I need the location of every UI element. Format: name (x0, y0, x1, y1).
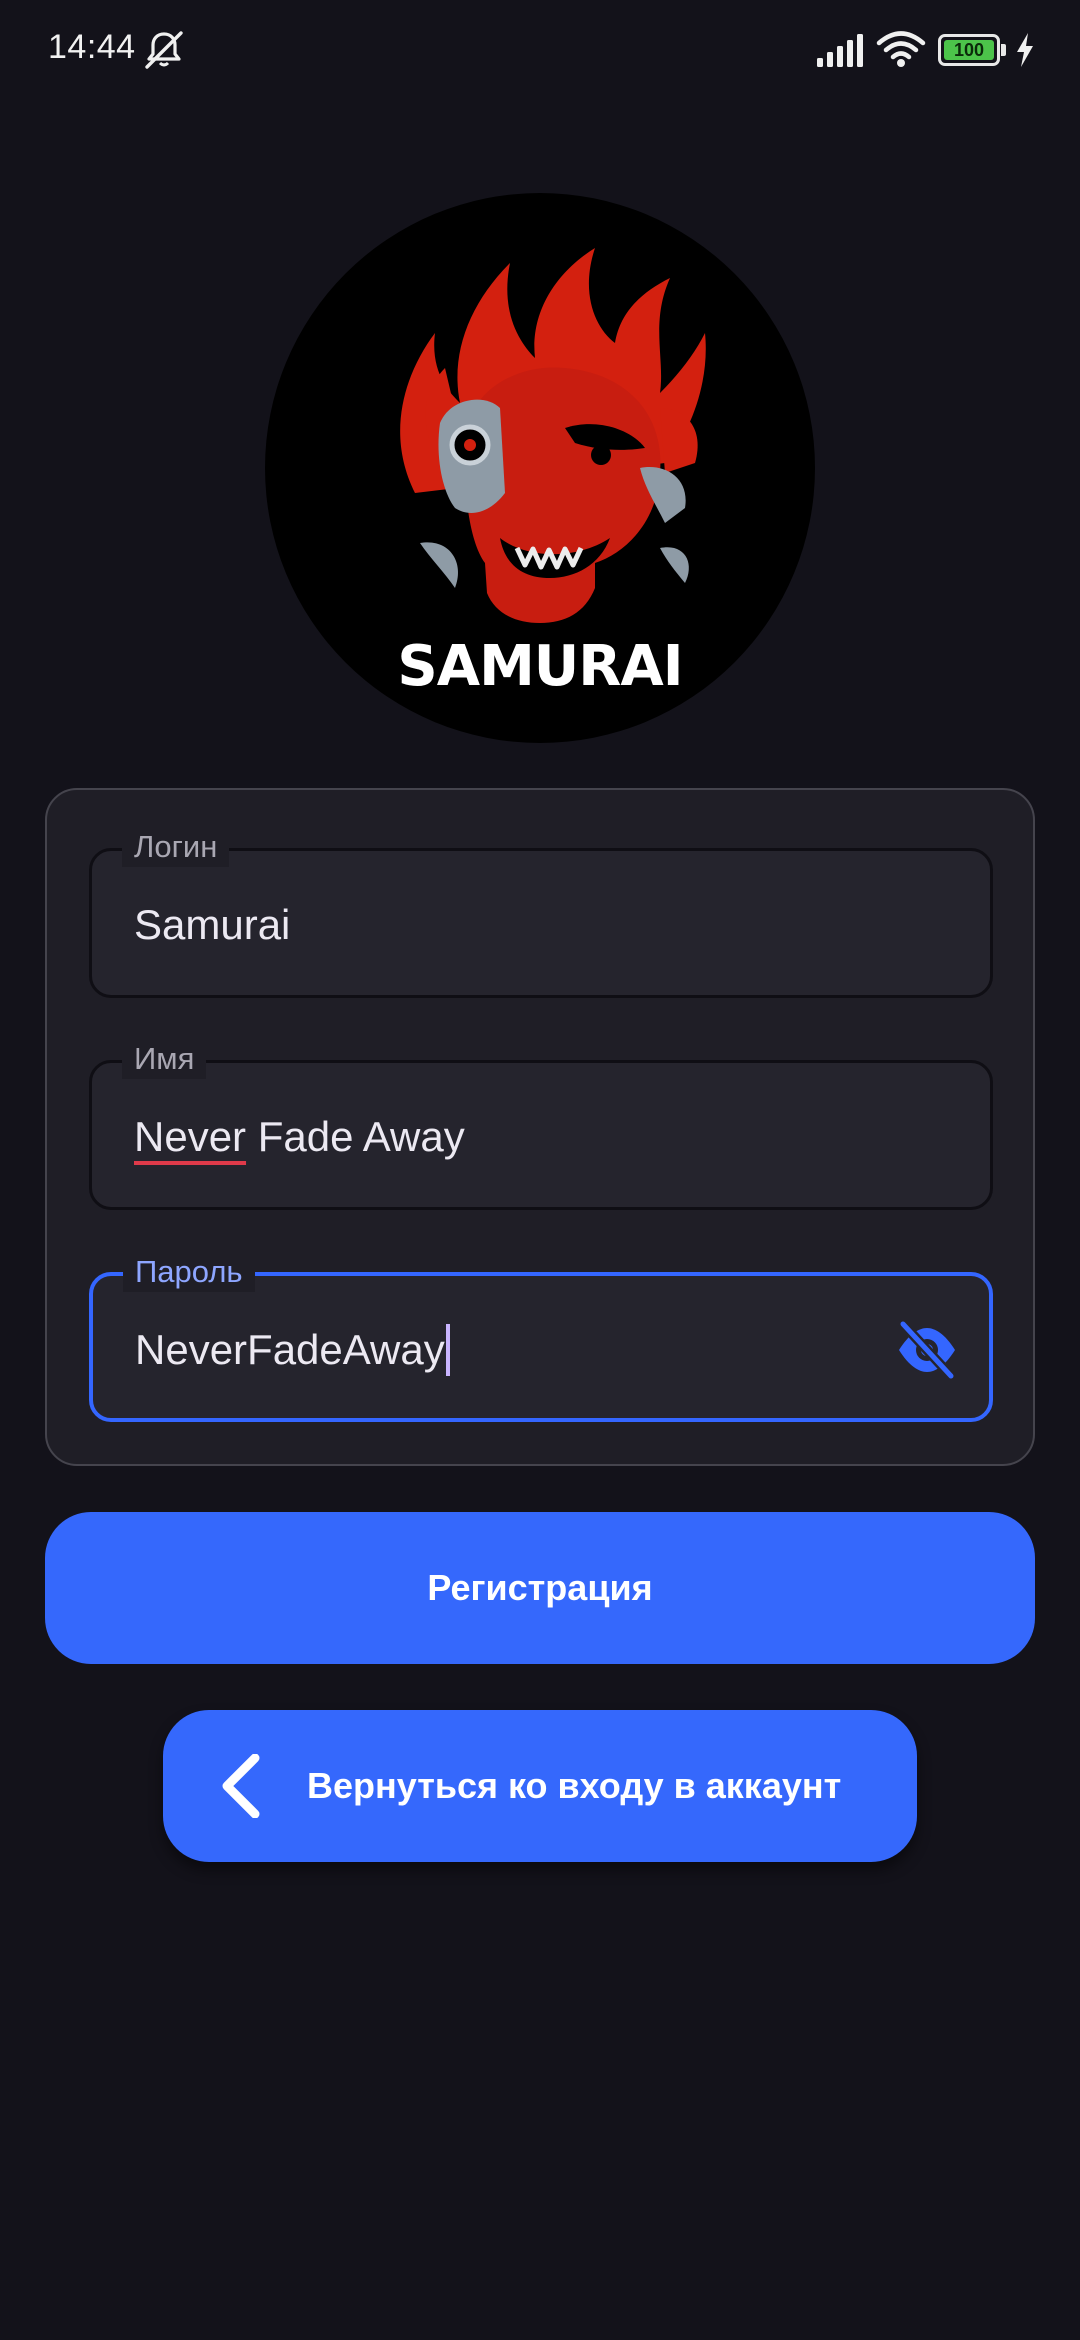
wifi-icon (876, 31, 926, 67)
name-field[interactable]: Имя Never Fade Away (89, 1039, 993, 1210)
status-bar: 14:44 100 (0, 0, 1080, 100)
password-input[interactable]: NeverFadeAway (135, 1324, 450, 1376)
name-input[interactable]: Never Fade Away (134, 1111, 465, 1163)
register-button[interactable]: Регистрация (45, 1512, 1035, 1664)
eye-off-icon[interactable] (895, 1320, 959, 1380)
back-to-login-label: Вернуться ко входу в аккаунт (307, 1765, 842, 1806)
password-label: Пароль (123, 1252, 255, 1292)
back-to-login-button[interactable]: Вернуться ко входу в аккаунт (163, 1710, 917, 1862)
charging-icon (1017, 33, 1033, 67)
battery-level: 100 (944, 40, 994, 60)
signal-icon (817, 34, 863, 67)
registration-form: Логин Samurai Имя Never Fade Away Пароль… (45, 788, 1035, 1466)
chevron-left-icon (222, 1754, 260, 1818)
status-time: 14:44 (48, 28, 136, 66)
battery-icon: 100 (938, 34, 1008, 66)
password-field[interactable]: Пароль NeverFadeAway (89, 1252, 993, 1422)
login-input[interactable]: Samurai (134, 899, 290, 951)
login-field[interactable]: Логин Samurai (89, 827, 993, 998)
registration-screen: 14:44 100 SAMURAI Логин Samurai Имя Neve… (0, 0, 1080, 2340)
logo-text: SAMURAI (397, 634, 682, 699)
login-label: Логин (122, 827, 230, 867)
samurai-logo: SAMURAI (265, 193, 815, 743)
spellcheck-word: Never (134, 1113, 247, 1160)
name-label: Имя (122, 1039, 207, 1079)
mute-icon (145, 31, 183, 69)
name-input-rest: Fade Away (246, 1113, 465, 1160)
text-caret (445, 1324, 450, 1376)
password-value: NeverFadeAway (135, 1326, 445, 1373)
